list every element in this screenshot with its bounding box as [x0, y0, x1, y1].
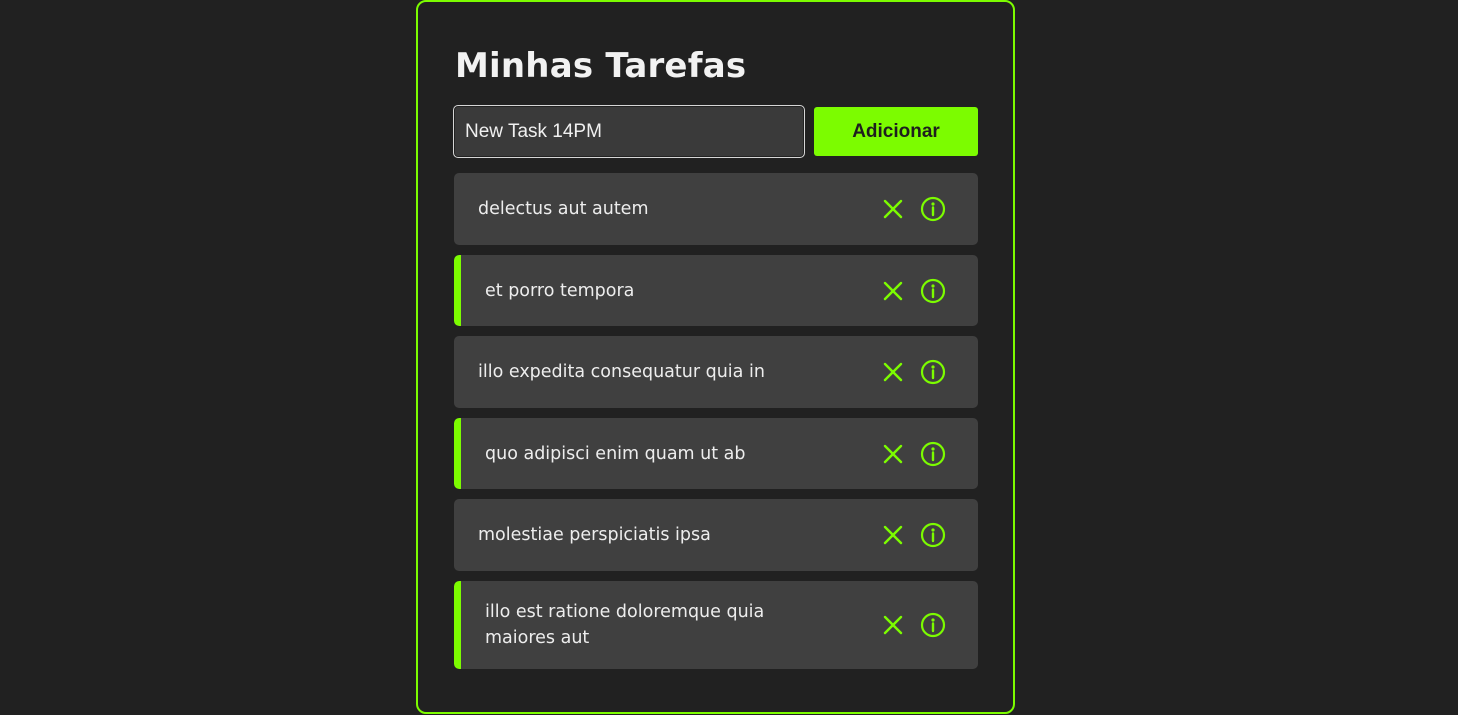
- task-text: quo adipisci enim quam ut ab: [485, 443, 746, 464]
- task-item[interactable]: quo adipisci enim quam ut ab: [454, 418, 978, 489]
- task-item[interactable]: delectus aut autem: [454, 173, 978, 245]
- close-icon: [883, 615, 903, 635]
- delete-task-button[interactable]: [878, 439, 908, 469]
- task-text: molestiae perspiciatis ipsa: [478, 525, 711, 545]
- task-text: et porro tempora: [485, 280, 635, 301]
- task-info-button[interactable]: [918, 520, 948, 550]
- delete-task-button[interactable]: [878, 357, 908, 387]
- task-actions: [878, 276, 948, 306]
- task-actions: [878, 439, 948, 469]
- task-text: illo est ratione doloremque quia maiores…: [485, 602, 765, 648]
- task-actions: [878, 194, 948, 224]
- task-info-button[interactable]: [918, 276, 948, 306]
- close-icon: [883, 281, 903, 300]
- task-info-button[interactable]: [918, 357, 948, 387]
- info-icon: [920, 441, 946, 466]
- task-actions: [878, 610, 948, 640]
- task-list: delectus aut autem et porro tempora illo e…: [454, 173, 978, 679]
- task-item[interactable]: molestiae perspiciatis ipsa: [454, 499, 978, 571]
- add-task-button[interactable]: Adicionar: [814, 107, 978, 156]
- task-info-button[interactable]: [918, 610, 948, 640]
- delete-task-button[interactable]: [878, 276, 908, 306]
- info-icon: [920, 278, 946, 303]
- close-icon: [883, 199, 903, 219]
- task-text: illo expedita consequatur quia in: [478, 362, 765, 382]
- task-panel: Minhas Tarefas Adicionar delectus aut au…: [416, 0, 1015, 714]
- info-icon: [920, 522, 946, 548]
- close-icon: [883, 444, 903, 463]
- task-item[interactable]: illo est ratione doloremque quia maiores…: [454, 581, 978, 669]
- info-icon: [920, 612, 946, 638]
- task-item[interactable]: illo expedita consequatur quia in: [454, 336, 978, 408]
- task-input[interactable]: [454, 106, 804, 157]
- close-icon: [883, 525, 903, 545]
- page-title: Minhas Tarefas: [455, 46, 747, 86]
- delete-task-button[interactable]: [878, 610, 908, 640]
- task-actions: [878, 357, 948, 387]
- task-text: delectus aut autem: [478, 199, 649, 219]
- close-icon: [883, 362, 903, 382]
- task-item[interactable]: et porro tempora: [454, 255, 978, 326]
- delete-task-button[interactable]: [878, 520, 908, 550]
- info-icon: [920, 196, 946, 222]
- task-info-button[interactable]: [918, 194, 948, 224]
- info-icon: [920, 359, 946, 385]
- delete-task-button[interactable]: [878, 194, 908, 224]
- task-info-button[interactable]: [918, 439, 948, 469]
- task-actions: [878, 520, 948, 550]
- task-input-wrapper: [453, 105, 805, 158]
